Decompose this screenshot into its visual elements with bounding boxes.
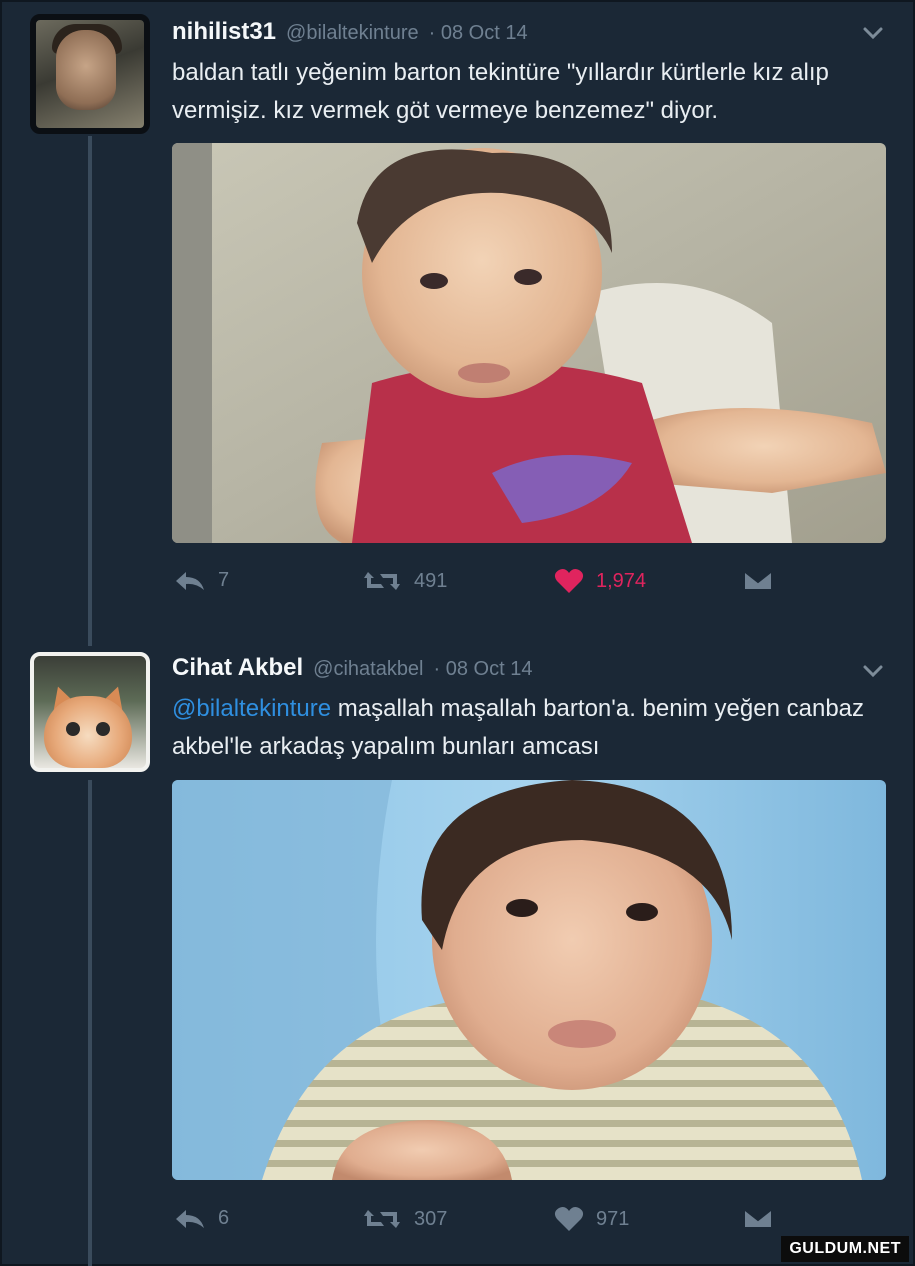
display-name[interactable]: Cihat Akbel	[172, 654, 303, 682]
user-handle[interactable]: @bilaltekinture	[286, 22, 419, 45]
baby-photo-red-shirt	[172, 143, 886, 543]
reply-count: 6	[218, 1206, 230, 1229]
message-action[interactable]	[742, 568, 774, 592]
reply-action[interactable]: 6	[172, 1206, 229, 1230]
retweet-count: 307	[414, 1207, 448, 1230]
avatar[interactable]	[30, 652, 150, 772]
like-count: 971	[596, 1207, 630, 1230]
tweet-media[interactable]	[172, 780, 886, 1180]
tweet-text: @bilaltekinture maşallah maşallah barton…	[172, 690, 892, 766]
retweet-icon[interactable]	[362, 1206, 402, 1232]
avatar-cat-eye	[96, 722, 110, 736]
tweet-media[interactable]	[172, 143, 886, 543]
direct-message-icon[interactable]	[742, 568, 774, 592]
avatar-cat-eye	[66, 722, 80, 736]
user-handle[interactable]: @cihatakbel	[313, 658, 423, 681]
tweet-date[interactable]: · 08 Oct 14	[434, 658, 533, 681]
like-count: 1,974	[596, 569, 647, 592]
tweet-actions: 7 491 1,974	[172, 568, 792, 598]
heart-icon[interactable]	[554, 1206, 584, 1232]
reply-icon[interactable]	[172, 1206, 206, 1230]
avatar[interactable]	[30, 14, 150, 134]
chevron-down-icon[interactable]	[862, 22, 884, 44]
tweet-body: baldan tatlı yeğenim barton tekintüre "y…	[172, 59, 829, 124]
thread-line-1	[88, 136, 92, 646]
tweet-header: nihilist31 @bilaltekinture · 08 Oct 14	[172, 18, 528, 46]
tweet-text: baldan tatlı yeğenim barton tekintüre "y…	[172, 54, 892, 130]
tweet-date[interactable]: · 08 Oct 14	[429, 22, 528, 45]
reply-icon[interactable]	[172, 568, 206, 592]
tweet-header: Cihat Akbel @cihatakbel · 08 Oct 14	[172, 654, 532, 682]
direct-message-icon[interactable]	[742, 1206, 774, 1230]
like-action[interactable]: 971	[554, 1206, 629, 1232]
site-watermark: GULDUM.NET	[781, 1236, 909, 1262]
thread-line-2	[88, 780, 92, 1266]
like-action[interactable]: 1,974	[554, 568, 646, 594]
mention-link[interactable]: @bilaltekinture	[172, 695, 331, 722]
retweet-action[interactable]: 491	[362, 568, 447, 594]
reply-action[interactable]: 7	[172, 568, 229, 592]
message-action[interactable]	[742, 1206, 774, 1230]
reply-count: 7	[218, 568, 230, 591]
display-name[interactable]: nihilist31	[172, 18, 276, 46]
retweet-count: 491	[414, 569, 448, 592]
chevron-down-icon[interactable]	[862, 660, 884, 682]
heart-icon[interactable]	[554, 568, 584, 594]
baby-photo-striped-shirt	[172, 780, 886, 1180]
avatar-cat-face	[44, 696, 132, 768]
tweet-actions: 6 307 971	[172, 1206, 792, 1236]
avatar-face	[56, 30, 116, 110]
retweet-icon[interactable]	[362, 568, 402, 594]
retweet-action[interactable]: 307	[362, 1206, 447, 1232]
